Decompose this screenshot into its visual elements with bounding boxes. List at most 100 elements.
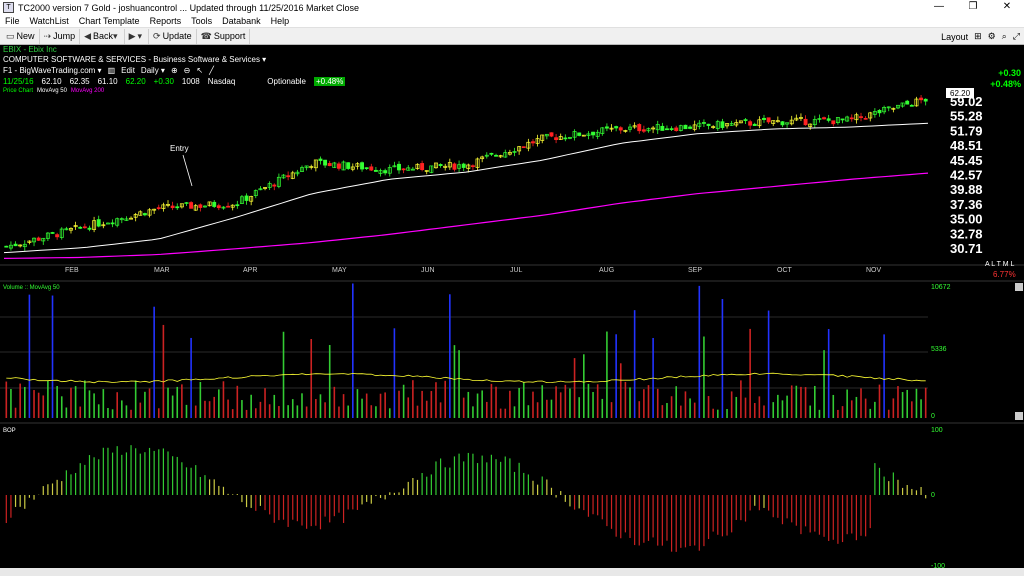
candle-body (665, 128, 669, 131)
candle-body (822, 117, 827, 120)
candle-body (641, 129, 646, 132)
month-label: NOV (866, 267, 882, 274)
candle-body (175, 206, 180, 209)
ma50-line (3, 122, 929, 254)
price-pane[interactable]: Entry (0, 94, 1024, 266)
candle-body (216, 205, 221, 209)
candle-body (470, 165, 475, 168)
candle-body (494, 154, 498, 157)
price-tick-label: 30.71 (950, 241, 983, 256)
candle-body (401, 168, 406, 171)
candle-body (591, 131, 596, 136)
volume-pane[interactable]: Volume :: MovAvg 50 1067253360 (0, 280, 1024, 420)
candle-body (244, 195, 249, 201)
price-tick-label: 35.00 (950, 212, 983, 227)
candle-body (96, 219, 101, 227)
candle-body (531, 141, 535, 144)
candle-body (780, 121, 785, 126)
candle-body (337, 163, 341, 169)
candle-body (364, 167, 369, 169)
candle-body (919, 97, 924, 101)
candle-body (142, 213, 147, 216)
chart-canvas[interactable]: Entry 59.0255.2851.7948.5145.4542.5739.8… (0, 0, 1024, 576)
candle-body (762, 117, 766, 120)
bop-tick-label: 0 (931, 492, 935, 499)
scroll-up-button[interactable] (1015, 283, 1023, 291)
candle-body (748, 121, 753, 126)
candle-body (327, 163, 332, 166)
candle-body (272, 184, 277, 187)
candle-body (554, 137, 559, 141)
candle-body (577, 132, 582, 136)
candle-body (461, 163, 466, 168)
month-label: APR (243, 267, 257, 274)
candle-body (743, 119, 748, 121)
candle-body (212, 201, 217, 207)
scale-flags: A L T M L (985, 261, 1015, 268)
candle-body (55, 234, 60, 238)
last-price-label: 62.20 (950, 89, 971, 98)
candle-body (420, 163, 425, 171)
price-tick-label: 55.28 (950, 109, 983, 124)
bop-pane[interactable]: BOP 1000-100 (0, 422, 1024, 570)
candle-body (849, 117, 854, 120)
candle-body (360, 162, 365, 170)
volume-average-line (6, 372, 926, 384)
candle-body (706, 123, 711, 126)
bop-tick-label: 100 (931, 427, 943, 434)
candle-body (226, 205, 231, 208)
scroll-down-button[interactable] (1015, 412, 1023, 420)
volume-legend: Volume :: MovAvg 50 (3, 285, 60, 291)
candle-body (521, 146, 526, 149)
month-label: MAR (154, 267, 170, 274)
month-axis: FEB MAR APR MAY JUN JUL AUG SEP OCT NOV (65, 267, 882, 274)
price-tick-label: 45.45 (950, 153, 983, 168)
candle-body (563, 137, 568, 140)
candle-body (752, 123, 757, 126)
candle-body (452, 163, 457, 170)
candle-body (369, 166, 374, 171)
candle-body (346, 162, 351, 169)
candle-body (614, 126, 619, 129)
candle-body (674, 127, 679, 132)
candle-body (766, 117, 771, 123)
bop-legend: BOP (3, 428, 16, 434)
candle-body (156, 207, 161, 209)
candle-body (618, 127, 623, 131)
candle-body (669, 128, 674, 130)
candle-body (637, 124, 642, 132)
candle-body (905, 100, 910, 105)
candle-body (688, 126, 693, 129)
candle-body (863, 117, 868, 120)
candle-body (50, 232, 55, 234)
volume-tick-label: 10672 (931, 284, 951, 291)
candle-body (877, 109, 882, 114)
ma200-line (3, 172, 929, 259)
candle-body (840, 118, 845, 121)
price-axis: 59.0255.2851.7948.5145.4542.5739.8837.36… (946, 88, 1016, 279)
price-tick-label: 32.78 (950, 226, 983, 241)
entry-pointer (182, 154, 193, 187)
month-label: MAY (332, 267, 347, 274)
candle-body (826, 118, 831, 121)
month-label: JUN (421, 267, 435, 274)
candle-body (373, 169, 378, 172)
candle-body (909, 104, 914, 107)
candle-body (87, 227, 92, 230)
candle-body (803, 118, 808, 126)
candle-body (683, 124, 688, 130)
candle-body (438, 164, 443, 167)
candle-body (489, 152, 494, 155)
candle-body (13, 243, 18, 247)
volume-tick-label: 0 (931, 413, 935, 420)
candle-body (235, 204, 240, 207)
candle-body (859, 116, 863, 118)
price-tick-label: 39.88 (950, 182, 983, 197)
price-tick-label: 48.51 (950, 138, 983, 153)
candle-body (110, 222, 115, 225)
candle-body (198, 204, 203, 208)
month-label: AUG (599, 267, 614, 274)
candle-body (720, 121, 725, 128)
candle-body (4, 245, 9, 248)
candle-body (923, 98, 928, 102)
